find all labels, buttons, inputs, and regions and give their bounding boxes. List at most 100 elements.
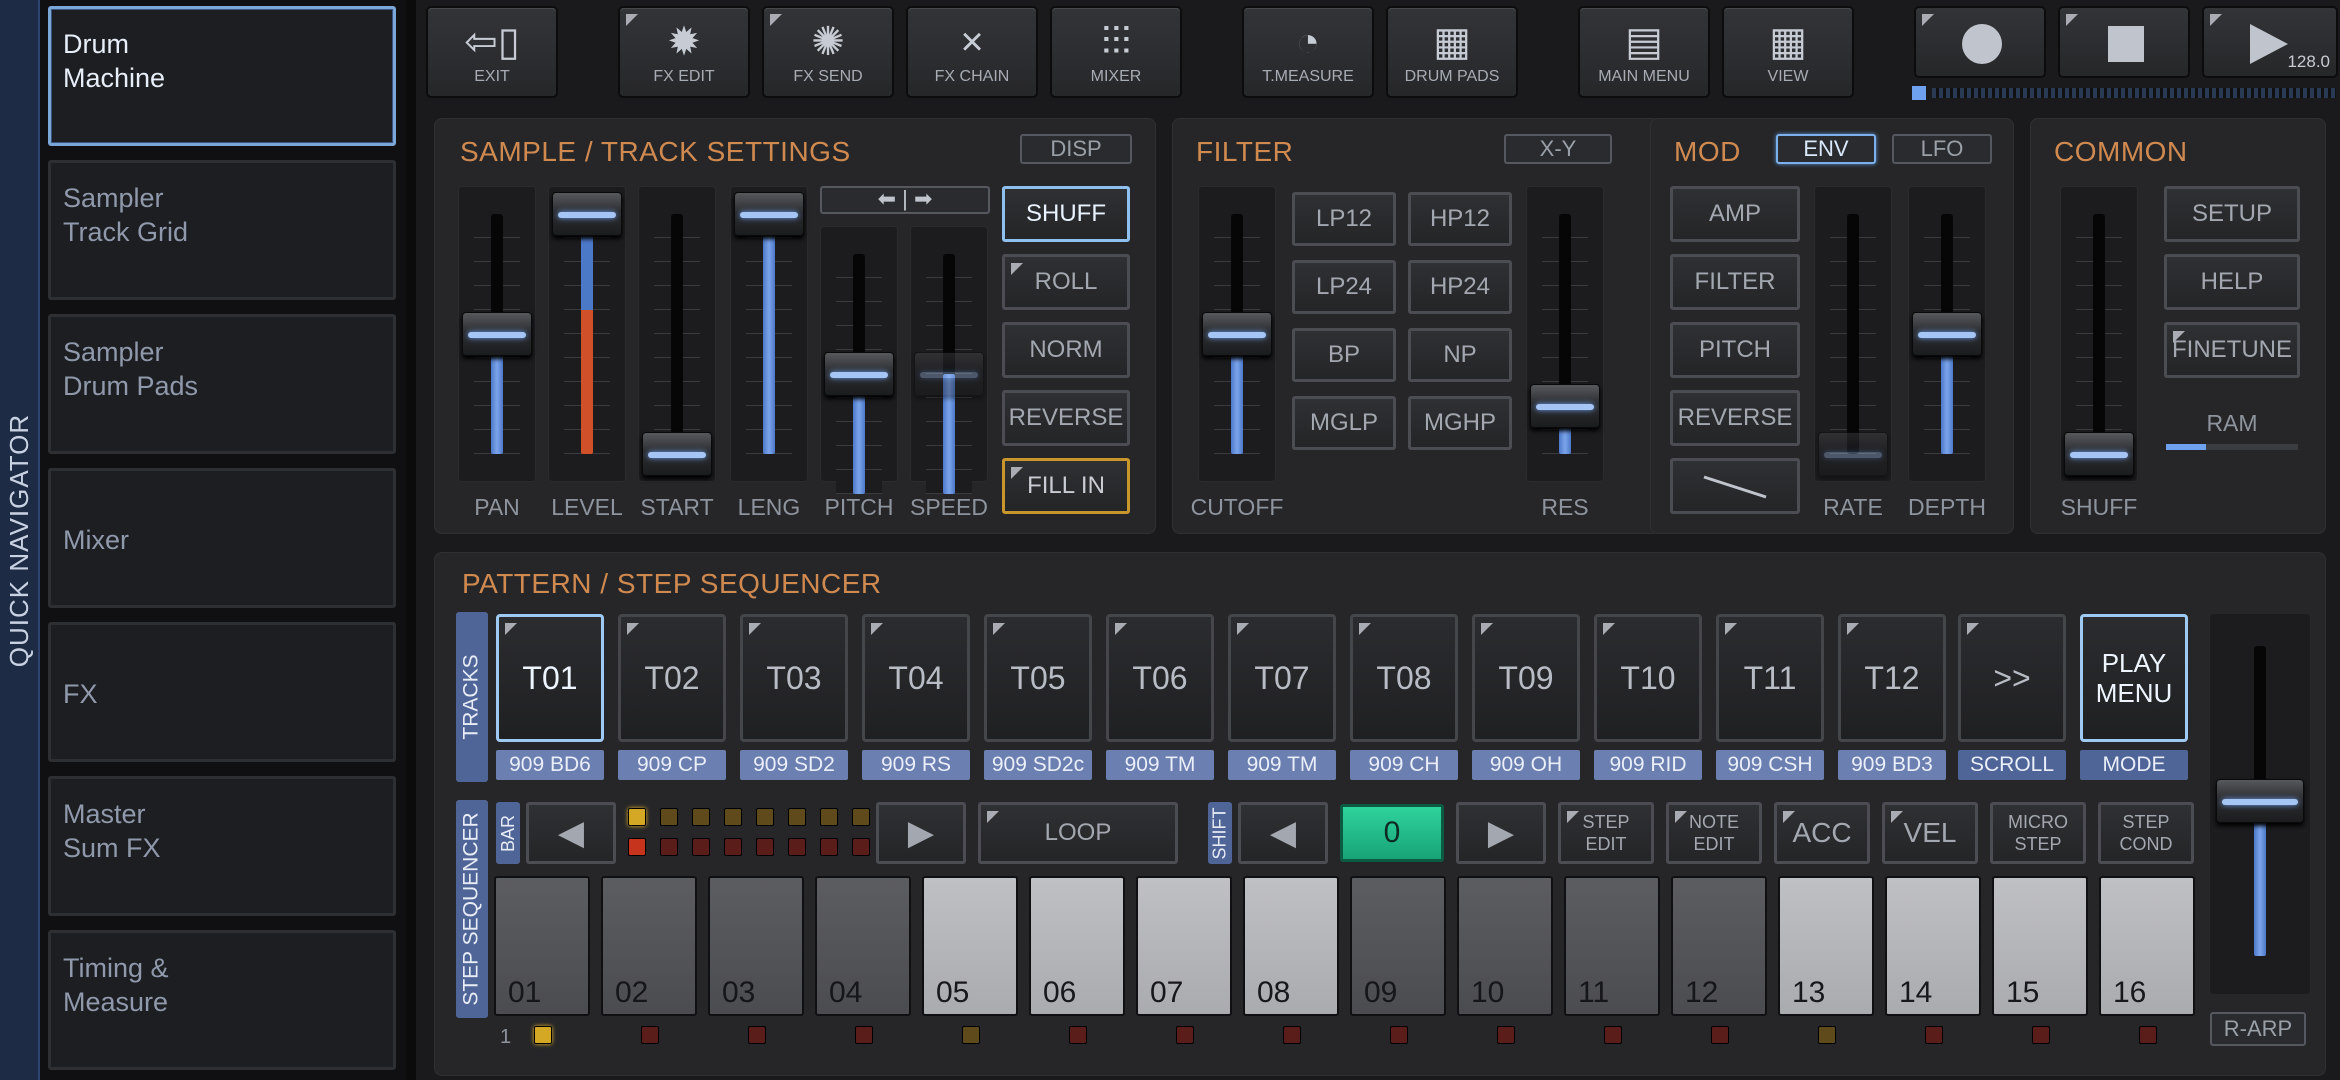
pan-knob[interactable] bbox=[462, 312, 532, 356]
pitch-slider[interactable] bbox=[820, 226, 898, 494]
fx-send-button[interactable]: ✺ FX SEND bbox=[762, 6, 894, 98]
xy-button[interactable]: X-Y bbox=[1504, 134, 1612, 164]
track-t10-button[interactable]: T10 bbox=[1594, 614, 1702, 742]
env-tab[interactable]: ENV bbox=[1776, 134, 1876, 164]
nav-item-mixer[interactable]: Mixer bbox=[48, 468, 396, 608]
fx-chain-button[interactable]: × FX CHAIN bbox=[906, 6, 1038, 98]
bar-led[interactable] bbox=[724, 838, 742, 856]
bar-led[interactable] bbox=[820, 838, 838, 856]
bar-led[interactable] bbox=[852, 808, 870, 826]
nav-item-timing-measure[interactable]: Timing & Measure bbox=[48, 930, 396, 1070]
step-01-button[interactable]: 01 bbox=[494, 876, 590, 1016]
step-04-button[interactable]: 04 bbox=[815, 876, 911, 1016]
fx-edit-button[interactable]: ✹ FX EDIT bbox=[618, 6, 750, 98]
track-t09-button[interactable]: T09 bbox=[1472, 614, 1580, 742]
setup-button[interactable]: SETUP bbox=[2164, 186, 2300, 242]
step-07-button[interactable]: 07 bbox=[1136, 876, 1232, 1016]
nav-item-sampler-drum-pads[interactable]: Sampler Drum Pads bbox=[48, 314, 396, 454]
bar-led[interactable] bbox=[628, 808, 646, 826]
res-knob[interactable] bbox=[1530, 384, 1600, 428]
record-button[interactable] bbox=[1914, 6, 2046, 78]
pan-slider[interactable] bbox=[458, 186, 536, 482]
cutoff-knob[interactable] bbox=[1202, 312, 1272, 356]
rate-slider[interactable] bbox=[1814, 186, 1892, 482]
step-09-button[interactable]: 09 bbox=[1350, 876, 1446, 1016]
mod-pitch-button[interactable]: PITCH bbox=[1670, 322, 1800, 378]
level-knob[interactable] bbox=[552, 192, 622, 236]
acc-button[interactable]: ACC bbox=[1774, 802, 1870, 864]
shift-prev-button[interactable]: ◀ bbox=[1238, 802, 1328, 864]
track-t02-button[interactable]: T02 bbox=[618, 614, 726, 742]
t-measure-button[interactable]: ◔ T.MEASURE bbox=[1242, 6, 1374, 98]
loop-button[interactable]: LOOP bbox=[978, 802, 1178, 864]
res-slider[interactable] bbox=[1526, 186, 1604, 482]
note-edit-button[interactable]: NOTE EDIT bbox=[1666, 802, 1762, 864]
depth-knob[interactable] bbox=[1912, 312, 1982, 356]
start-knob[interactable] bbox=[642, 432, 712, 476]
rate-knob[interactable] bbox=[1818, 432, 1888, 476]
track-t03-button[interactable]: T03 bbox=[740, 614, 848, 742]
play-menu-button[interactable]: PLAY MENU bbox=[2080, 614, 2188, 742]
speed-slider[interactable] bbox=[910, 226, 988, 494]
pitch-speed-arrows[interactable]: ⬅ | ➡ bbox=[820, 186, 990, 214]
filter-type-lp24-button[interactable]: LP24 bbox=[1292, 260, 1396, 314]
mod-filter-button[interactable]: FILTER bbox=[1670, 254, 1800, 310]
speed-knob[interactable] bbox=[914, 352, 984, 396]
bar-led[interactable] bbox=[692, 808, 710, 826]
bar-led[interactable] bbox=[692, 838, 710, 856]
bar-prev-button[interactable]: ◀ bbox=[526, 802, 616, 864]
step-06-button[interactable]: 06 bbox=[1029, 876, 1125, 1016]
track-t08-button[interactable]: T08 bbox=[1350, 614, 1458, 742]
bar-led[interactable] bbox=[628, 838, 646, 856]
fill-in-button[interactable]: FILL IN bbox=[1002, 458, 1130, 514]
vel-button[interactable]: VEL bbox=[1882, 802, 1978, 864]
leng-knob[interactable] bbox=[734, 192, 804, 236]
step-13-button[interactable]: 13 bbox=[1778, 876, 1874, 1016]
filter-type-bp-button[interactable]: BP bbox=[1292, 328, 1396, 382]
step-cond-button[interactable]: STEP COND bbox=[2098, 802, 2194, 864]
track-t07-button[interactable]: T07 bbox=[1228, 614, 1336, 742]
track-t05-button[interactable]: T05 bbox=[984, 614, 1092, 742]
bar-led[interactable] bbox=[788, 838, 806, 856]
filter-type-mglp-button[interactable]: MGLP bbox=[1292, 396, 1396, 450]
common-shuff-slider[interactable] bbox=[2060, 186, 2138, 482]
step-05-button[interactable]: 05 bbox=[922, 876, 1018, 1016]
finetune-button[interactable]: FINETUNE bbox=[2164, 322, 2300, 378]
reverse-button[interactable]: REVERSE bbox=[1002, 390, 1130, 446]
nav-item-drum-machine[interactable]: Drum Machine bbox=[48, 6, 396, 146]
shift-next-button[interactable]: ▶ bbox=[1456, 802, 1546, 864]
bar-led[interactable] bbox=[820, 808, 838, 826]
step-12-button[interactable]: 12 bbox=[1671, 876, 1767, 1016]
scroll-tracks-button[interactable]: >> bbox=[1958, 614, 2066, 742]
track-t11-button[interactable]: T11 bbox=[1716, 614, 1824, 742]
track-t01-button[interactable]: T01 bbox=[496, 614, 604, 742]
bar-led[interactable] bbox=[660, 808, 678, 826]
bar-led[interactable] bbox=[724, 808, 742, 826]
bar-led[interactable] bbox=[756, 808, 774, 826]
level-slider[interactable] bbox=[548, 186, 626, 482]
mod-amp-button[interactable]: AMP bbox=[1670, 186, 1800, 242]
master-fader-knob[interactable] bbox=[2216, 779, 2304, 823]
envelope-shape-button[interactable] bbox=[1670, 458, 1800, 514]
micro-step-button[interactable]: MICRO STEP bbox=[1990, 802, 2086, 864]
step-14-button[interactable]: 14 bbox=[1885, 876, 1981, 1016]
disp-button[interactable]: DISP bbox=[1020, 134, 1132, 164]
mixer-button[interactable]: ⫶⫶⫶ MIXER bbox=[1050, 6, 1182, 98]
nav-item-fx[interactable]: FX bbox=[48, 622, 396, 762]
bar-led[interactable] bbox=[852, 838, 870, 856]
depth-slider[interactable] bbox=[1908, 186, 1986, 482]
track-t06-button[interactable]: T06 bbox=[1106, 614, 1214, 742]
pitch-knob[interactable] bbox=[824, 352, 894, 396]
exit-button[interactable]: ⇦▯ EXIT bbox=[426, 6, 558, 98]
bar-led[interactable] bbox=[788, 808, 806, 826]
track-t12-button[interactable]: T12 bbox=[1838, 614, 1946, 742]
shuff-button[interactable]: SHUFF bbox=[1002, 186, 1130, 242]
filter-type-np-button[interactable]: NP bbox=[1408, 328, 1512, 382]
filter-type-hp12-button[interactable]: HP12 bbox=[1408, 192, 1512, 246]
lfo-tab[interactable]: LFO bbox=[1892, 134, 1992, 164]
step-08-button[interactable]: 08 bbox=[1243, 876, 1339, 1016]
mod-reverse-button[interactable]: REVERSE bbox=[1670, 390, 1800, 446]
drum-pads-button[interactable]: ▦ DRUM PADS bbox=[1386, 6, 1518, 98]
stop-button[interactable] bbox=[2058, 6, 2190, 78]
view-button[interactable]: ▦ VIEW bbox=[1722, 6, 1854, 98]
